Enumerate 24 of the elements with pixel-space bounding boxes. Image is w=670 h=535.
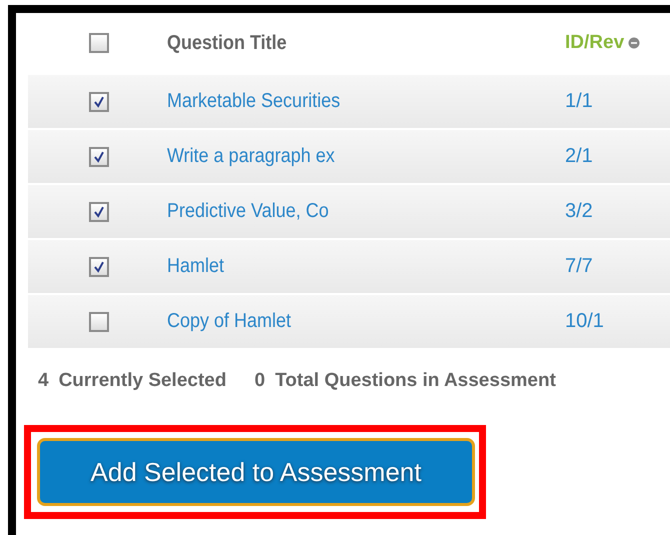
question-link[interactable]: Copy of Hamlet	[167, 310, 526, 333]
question-link[interactable]: Write a paragraph ex	[167, 145, 526, 168]
column-header[interactable]: ID/Rev	[565, 32, 624, 54]
id-rev-link[interactable]: 2/1	[565, 145, 593, 168]
selected-label: Currently Selected	[58, 370, 226, 392]
row-checkbox[interactable]	[88, 202, 108, 222]
selected-count: 4	[38, 370, 49, 392]
question-link[interactable]: Marketable Securities	[167, 90, 526, 113]
row-checkbox[interactable]	[88, 146, 108, 166]
id-rev-link[interactable]: 1/1	[565, 90, 593, 113]
row-checkbox[interactable]	[88, 92, 108, 112]
id-rev-link[interactable]: 7/7	[565, 255, 593, 278]
select-all-checkbox[interactable]	[88, 33, 108, 53]
id-rev-link[interactable]: 10/1	[565, 310, 604, 333]
row-checkbox[interactable]	[88, 256, 108, 276]
question-link[interactable]: Predictive Value, Co	[167, 200, 526, 223]
add-selected-button[interactable]: Add Selected to Assessment	[37, 438, 475, 506]
question-link[interactable]: Hamlet	[167, 255, 526, 278]
total-label: Total Questions in Assessment	[275, 370, 556, 392]
row-checkbox[interactable]	[88, 312, 108, 332]
sort-icon[interactable]	[628, 37, 640, 49]
column-header[interactable]: Question Title	[167, 32, 526, 54]
id-rev-link[interactable]: 3/2	[565, 200, 593, 223]
total-count: 0	[254, 370, 266, 392]
